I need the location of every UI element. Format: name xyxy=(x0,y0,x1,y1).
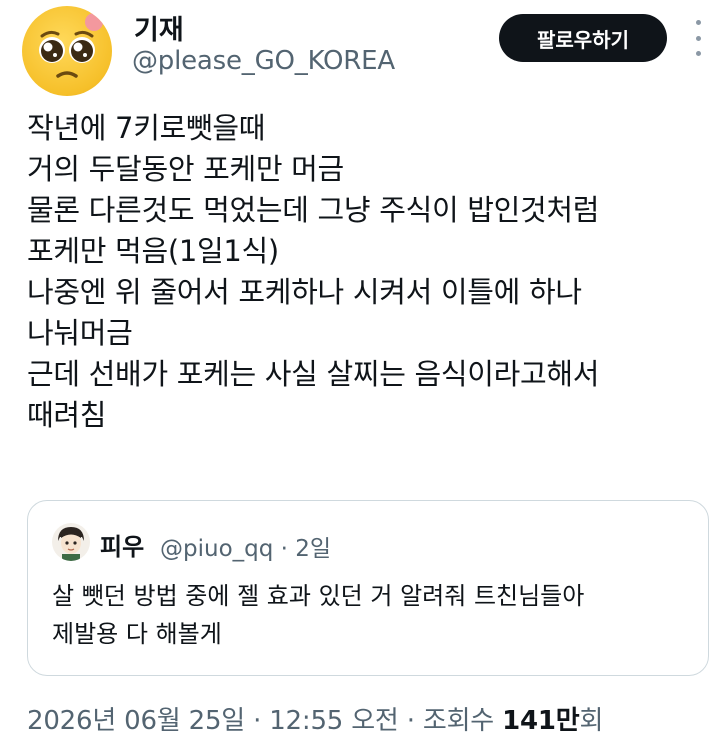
author-avatar[interactable] xyxy=(22,6,112,96)
dot xyxy=(695,51,701,56)
views-count: 141만 xyxy=(502,706,580,736)
quoted-author-handle-time: @piuo_qq · 2일 xyxy=(160,536,332,562)
quoted-tweet-text: 살 뺏던 방법 중에 젤 효과 있던 거 알려줘 트친님들아 제발용 다 해볼게 xyxy=(52,582,585,648)
quoted-tweet[interactable]: 피우 @piuo_qq · 2일 살 뺏던 방법 중에 젤 효과 있던 거 알려… xyxy=(27,500,709,676)
tweet-timestamp[interactable]: 2026년 06월 25일 · 12:55 오전 · 조회수 xyxy=(27,706,502,736)
author-display-name[interactable]: 기재 xyxy=(134,8,184,47)
views-suffix: 회 xyxy=(579,706,604,736)
dot xyxy=(695,35,701,41)
tweet-meta: 2026년 06월 25일 · 12:55 오전 · 조회수 141만회 xyxy=(27,700,603,737)
cartoon-character-icon xyxy=(58,527,84,561)
quoted-author-avatar xyxy=(52,523,90,561)
author-handle[interactable]: @please_GO_KOREA xyxy=(132,46,395,76)
more-options-icon[interactable] xyxy=(690,20,706,56)
pleading-face-icon xyxy=(39,13,103,78)
follow-button[interactable]: 팔로우하기 xyxy=(499,14,667,62)
tweet-text: 작년에 7키로뺏을때 거의 두달동안 포케만 머금 물론 다른것도 먹었는데 그… xyxy=(27,111,600,432)
dot xyxy=(695,20,701,25)
quoted-author-name: 피우 xyxy=(100,533,145,561)
